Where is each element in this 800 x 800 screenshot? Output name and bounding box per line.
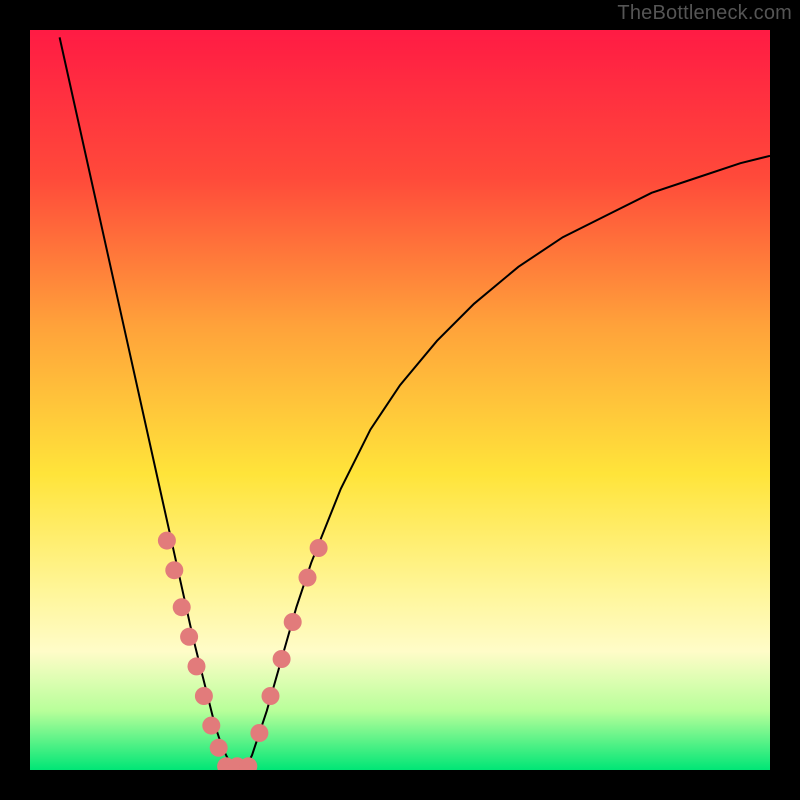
data-point — [195, 687, 213, 705]
plot-area — [30, 30, 770, 770]
watermark-text: TheBottleneck.com — [617, 2, 792, 25]
chart-svg — [30, 30, 770, 770]
data-point — [165, 561, 183, 579]
data-point — [188, 657, 206, 675]
data-point — [273, 650, 291, 668]
data-point — [310, 539, 328, 557]
series-left-curve — [60, 37, 238, 770]
data-point — [210, 739, 228, 757]
data-points-group — [158, 532, 328, 770]
data-point — [250, 724, 268, 742]
data-point — [158, 532, 176, 550]
data-point — [180, 628, 198, 646]
data-point — [202, 717, 220, 735]
data-point — [284, 613, 302, 631]
data-point — [299, 569, 317, 587]
series-right-curve — [245, 156, 770, 770]
chart-stage: TheBottleneck.com — [0, 0, 800, 800]
data-point — [173, 598, 191, 616]
data-point — [262, 687, 280, 705]
